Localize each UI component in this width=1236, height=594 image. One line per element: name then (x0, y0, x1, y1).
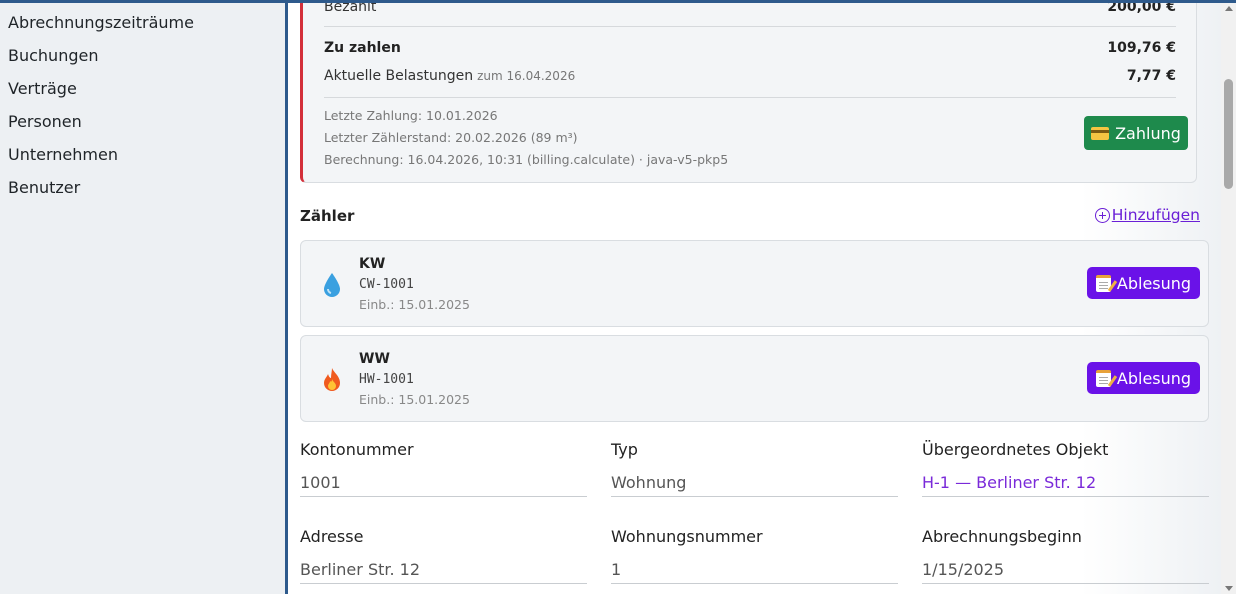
memo-icon (1095, 369, 1111, 387)
due-value: 109,76 € (1107, 40, 1176, 56)
meter-code: HW-1001 (359, 372, 414, 387)
add-meter-label: Hinzufügen (1111, 206, 1200, 224)
sidebar-item-vertraege[interactable]: Verträge (0, 72, 285, 105)
parent-object-label: Übergeordnetes Objekt (922, 440, 1109, 459)
meter-name: KW (359, 256, 386, 272)
vertical-scrollbar[interactable] (1221, 3, 1236, 594)
address-field: Adresse Berliner Str. 12 (300, 527, 587, 584)
sidebar-item-unternehmen[interactable]: Unternehmen (0, 138, 285, 171)
meter-card: KW CW-1001 Einb.: 15.01.2025 Ablesung (300, 240, 1209, 327)
add-meter-link[interactable]: Hinzufügen (1094, 206, 1200, 224)
account-number-field: Kontonummer 1001 (300, 440, 587, 497)
scroll-down-arrow-icon[interactable] (1225, 586, 1233, 591)
divider (324, 97, 1176, 98)
payment-button[interactable]: Zahlung (1084, 116, 1188, 150)
main-content: Bezahlt 200,00 € Zu zahlen 109,76 € Aktu… (288, 3, 1221, 594)
meter-name: WW (359, 351, 390, 367)
sidebar-item-personen[interactable]: Personen (0, 105, 285, 138)
type-label: Typ (611, 440, 638, 459)
scroll-thumb[interactable] (1224, 79, 1233, 189)
payment-button-label: Zahlung (1115, 123, 1181, 143)
meter-install-date: Einb.: 15.01.2025 (359, 297, 470, 312)
divider (324, 26, 1176, 27)
paid-value: 200,00 € (1107, 3, 1176, 15)
calculation-info: Berechnung: 16.04.2026, 10:31 (billing.c… (324, 152, 729, 167)
billing-start-field: Abrechnungsbeginn 1/15/2025 (922, 527, 1209, 584)
billing-start-label: Abrechnungsbeginn (922, 527, 1082, 546)
parent-object-link[interactable]: H-1 — Berliner Str. 12 (922, 473, 1209, 497)
credit-card-icon (1091, 126, 1110, 140)
plus-circle-icon (1094, 207, 1110, 223)
current-charges-label: Aktuelle Belastungen (324, 68, 474, 84)
fire-icon (319, 366, 345, 394)
meter-reading-button-label: Ablesung (1116, 368, 1192, 388)
meter-card: WW HW-1001 Einb.: 15.01.2025 Ablesung (300, 335, 1209, 422)
balance-card: Bezahlt 200,00 € Zu zahlen 109,76 € Aktu… (300, 3, 1197, 183)
due-row: Zu zahlen 109,76 € (324, 40, 1176, 56)
meter-reading-button[interactable]: Ablesung (1087, 362, 1200, 394)
last-payment: Letzte Zahlung: 10.01.2026 (324, 108, 498, 123)
unit-number-field: Wohnungsnummer 1 (611, 527, 898, 584)
meter-install-date: Einb.: 15.01.2025 (359, 392, 470, 407)
type-field: Typ Wohnung (611, 440, 898, 497)
meter-reading-button-label: Ablesung (1116, 273, 1192, 293)
account-number-label: Kontonummer (300, 440, 414, 459)
address-label: Adresse (300, 527, 364, 546)
current-charges-value: 7,77 € (1126, 68, 1176, 84)
last-reading: Letzter Zählerstand: 20.02.2026 (89 m³) (324, 130, 578, 145)
paid-row: Bezahlt 200,00 € (324, 3, 1176, 15)
due-label: Zu zahlen (324, 40, 401, 56)
meters-title: Zähler (300, 207, 355, 225)
meter-reading-button[interactable]: Ablesung (1087, 267, 1200, 299)
meter-code: CW-1001 (359, 277, 414, 292)
sidebar: Abrechnungszeiträume Buchungen Verträge … (0, 3, 285, 594)
water-drop-icon (319, 271, 345, 299)
account-number-value: 1001 (300, 473, 587, 497)
paid-label: Bezahlt (324, 3, 377, 15)
scroll-up-arrow-icon[interactable] (1225, 6, 1233, 11)
parent-object-field: Übergeordnetes Objekt H-1 — Berliner Str… (922, 440, 1209, 497)
sidebar-item-benutzer[interactable]: Benutzer (0, 171, 285, 204)
unit-number-value: 1 (611, 560, 898, 584)
current-charges-date: zum 16.04.2026 (477, 69, 576, 83)
address-value: Berliner Str. 12 (300, 560, 587, 584)
billing-start-value: 1/15/2025 (922, 560, 1209, 584)
current-charges-row: Aktuelle Belastungen zum 16.04.2026 7,77 … (324, 68, 1176, 84)
memo-icon (1095, 274, 1111, 292)
type-value: Wohnung (611, 473, 898, 497)
sidebar-item-buchungen[interactable]: Buchungen (0, 39, 285, 72)
sidebar-item-abrechnungszeitraeume[interactable]: Abrechnungszeiträume (0, 6, 285, 39)
unit-number-label: Wohnungsnummer (611, 527, 763, 546)
